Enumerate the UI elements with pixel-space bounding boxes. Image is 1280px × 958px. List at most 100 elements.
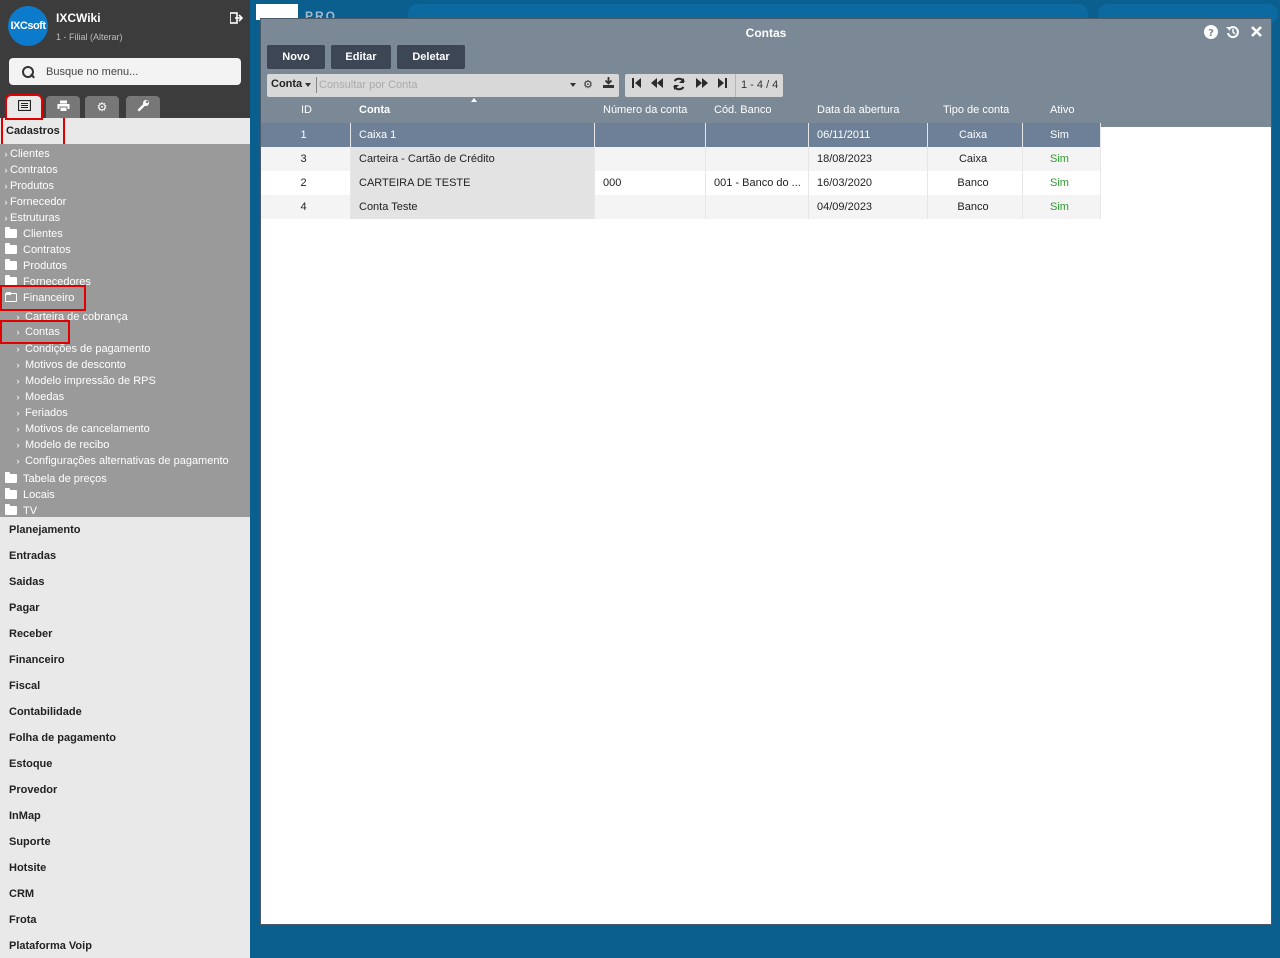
menu-item[interactable]: Pagar — [0, 595, 250, 621]
download-icon[interactable] — [603, 77, 614, 91]
sidebar-tree-item[interactable]: › Modelo de recibo — [14, 437, 110, 453]
close-icon[interactable] — [1248, 25, 1264, 41]
menu-item[interactable]: Plataforma Voip — [0, 933, 250, 958]
folder-icon — [5, 504, 17, 515]
advanced-search-icon[interactable]: ⚙ — [583, 78, 593, 91]
history-icon[interactable] — [1225, 25, 1241, 41]
last-page-icon[interactable] — [717, 77, 727, 92]
menu-search-placeholder: Busque no menu... — [46, 65, 139, 78]
sidebar-tree-label: Contratos — [10, 164, 58, 176]
menu-item[interactable]: Folha de pagamento — [0, 725, 250, 751]
sidebar-tree-item[interactable]: › Estruturas — [2, 210, 61, 226]
chevron-right-icon: › — [16, 344, 20, 354]
branch-link[interactable]: 1 - Filial (Alterar) — [56, 32, 123, 42]
sidebar-tree-item[interactable]: › Condições de pagamento — [14, 341, 151, 357]
table-row[interactable]: 2 CARTEIRA DE TESTE 000 001 - Banco do ... 1… — [261, 171, 1101, 195]
sidebar-tree-item[interactable]: › Motivos de cancelamento — [14, 421, 150, 437]
column-header-ativo[interactable]: Ativo — [1050, 104, 1074, 116]
menu-item[interactable]: Suporte — [0, 829, 250, 855]
new-button[interactable]: Novo — [267, 45, 325, 69]
dropdown-caret-icon[interactable] — [570, 83, 576, 87]
first-page-icon[interactable] — [632, 77, 642, 92]
chevron-right-icon: › — [4, 181, 8, 191]
sidebar-tree-item[interactable]: Produtos — [5, 258, 67, 274]
chevron-right-icon: › — [16, 424, 20, 434]
menu-item[interactable]: Planejamento — [0, 517, 250, 543]
table-row[interactable]: 4 Conta Teste 04/09/2023 Banco Sim — [261, 195, 1101, 219]
menu-item[interactable]: CRM — [0, 881, 250, 907]
menu-item[interactable]: Fiscal — [0, 673, 250, 699]
menu-item[interactable]: Receber — [0, 621, 250, 647]
sidebar-tree-item[interactable]: › Clientes — [2, 146, 50, 162]
column-header-numero[interactable]: Número da conta — [603, 104, 687, 116]
chevron-right-icon: › — [16, 392, 20, 402]
search-input[interactable] — [316, 77, 566, 93]
table-row[interactable]: 1 Caixa 1 06/11/2011 Caixa Sim — [261, 123, 1101, 147]
menu-item[interactable]: Provedor — [0, 777, 250, 803]
section-cadastros[interactable]: Cadastros — [0, 116, 250, 146]
table-cell-tipo: Banco — [928, 171, 1023, 195]
menu-item[interactable]: Financeiro — [0, 647, 250, 673]
sidebar-tree-item[interactable]: TV — [5, 503, 37, 519]
sidebar-tree-label: Contas — [25, 326, 60, 338]
menu-item[interactable]: Contabilidade — [0, 699, 250, 725]
tab-menu[interactable] — [5, 94, 43, 120]
chevron-right-icon: › — [16, 456, 20, 466]
logout-icon[interactable] — [229, 12, 244, 27]
table-cell-numero: 000 — [595, 171, 706, 195]
table-cell-banco: 001 - Banco do ... — [706, 171, 809, 195]
svg-text:?: ? — [1208, 28, 1214, 39]
column-header-data-abertura[interactable]: Data da abertura — [817, 104, 900, 116]
previous-page-icon[interactable] — [650, 77, 664, 92]
menu-item[interactable]: Hotsite — [0, 855, 250, 881]
column-header-tipo[interactable]: Tipo de conta — [943, 104, 1009, 116]
table-cell-ativo: Sim — [1023, 171, 1101, 195]
column-header-cod-banco[interactable]: Cód. Banco — [714, 104, 771, 116]
menu-item[interactable]: Estoque — [0, 751, 250, 777]
sidebar-tree-item[interactable]: Financeiro — [0, 285, 87, 311]
wrench-icon — [137, 99, 150, 115]
caret-down-icon[interactable] — [305, 83, 311, 87]
sidebar-tree-item[interactable]: Locais — [5, 487, 55, 503]
sidebar-tree-label: Financeiro — [23, 292, 75, 304]
column-header-conta[interactable]: Conta — [359, 104, 390, 116]
tab-tools[interactable] — [126, 96, 160, 118]
filter-field-select[interactable]: Conta — [271, 78, 302, 90]
sidebar-tree-label: Feriados — [25, 407, 68, 419]
menu-item[interactable]: InMap — [0, 803, 250, 829]
sidebar-tree-item[interactable]: › Motivos de desconto — [14, 357, 126, 373]
help-icon[interactable]: ? — [1203, 25, 1219, 41]
sidebar-tree-item[interactable]: › Contratos — [2, 162, 58, 178]
sidebar-tree-item[interactable]: Contratos — [5, 242, 71, 258]
contas-window: Contas ? Novo Editar Deletar Conta ⚙ — [260, 18, 1272, 925]
table-cell-conta: CARTEIRA DE TESTE — [351, 171, 595, 195]
table-cell-ativo: Sim — [1023, 195, 1101, 219]
chevron-right-icon: › — [4, 149, 8, 159]
table-row[interactable]: 3 Carteira - Cartão de Crédito 18/08/2023 C… — [261, 147, 1101, 171]
sidebar-tree-item[interactable]: › Moedas — [14, 389, 65, 405]
menu-item[interactable]: Entradas — [0, 543, 250, 569]
sidebar-tree-item[interactable]: › Produtos — [2, 178, 55, 194]
menu-item[interactable]: Saidas — [0, 569, 250, 595]
folder-icon — [5, 227, 17, 238]
cadastros-tree: › Clientes › Contratos › Produtos › Fornecedor ›… — [0, 144, 250, 517]
sidebar-tree-item[interactable]: › Contas — [0, 320, 70, 344]
delete-button[interactable]: Deletar — [397, 45, 465, 69]
sidebar-tree-item[interactable]: › Modelo impressão de RPS — [14, 373, 156, 389]
table-cell-tipo: Caixa — [928, 123, 1023, 147]
sidebar-tree-item[interactable]: › Fornecedor — [2, 194, 67, 210]
tab-print[interactable] — [46, 96, 80, 118]
next-page-icon[interactable] — [695, 77, 709, 92]
sidebar-tree-item[interactable]: › Configurações alternativas de pagamento — [14, 453, 229, 469]
refresh-icon[interactable] — [672, 77, 686, 94]
sidebar-tree-item[interactable]: › Feriados — [14, 405, 68, 421]
folder-icon — [5, 259, 17, 270]
tab-settings[interactable]: ⚙ — [85, 96, 119, 118]
column-header-id[interactable]: ID — [301, 104, 312, 116]
edit-button[interactable]: Editar — [331, 45, 391, 69]
sidebar-tree-item[interactable]: Tabela de preços — [5, 471, 107, 487]
menu-search-input[interactable]: Busque no menu... — [9, 58, 241, 85]
sidebar-tree-item[interactable]: Clientes — [5, 226, 63, 242]
table-cell-tipo: Banco — [928, 195, 1023, 219]
menu-item[interactable]: Frota — [0, 907, 250, 933]
